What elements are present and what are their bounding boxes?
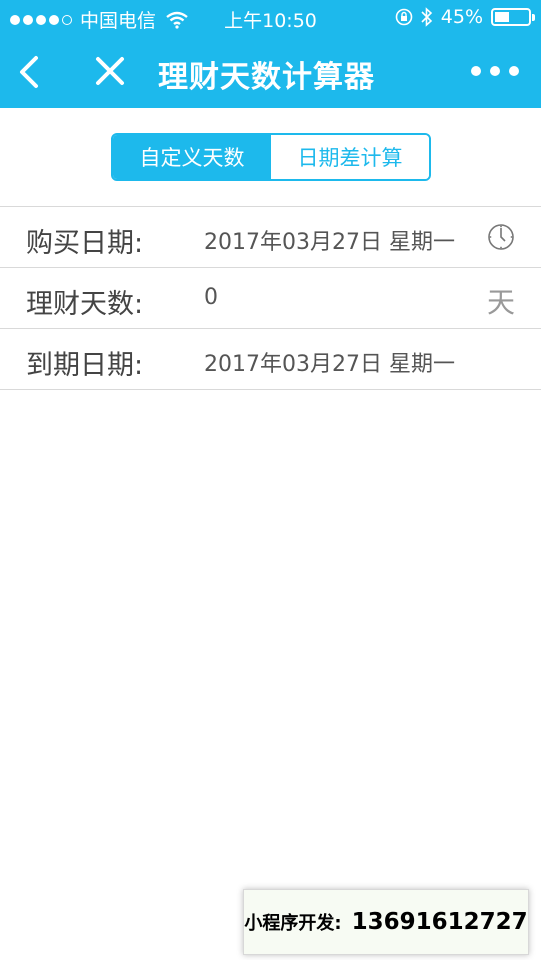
nav-bar: 理财天数计算器 <box>0 36 541 108</box>
bluetooth-icon <box>421 7 432 27</box>
purchase-date-value[interactable]: 2017年03月27日 星期一 <box>204 224 455 256</box>
contact-phone: 13691612727 <box>351 909 528 935</box>
divider <box>0 389 541 390</box>
contact-label: 小程序开发: <box>244 913 342 934</box>
clock-icon[interactable] <box>487 223 515 251</box>
rotation-lock-icon <box>395 8 413 26</box>
chevron-left-icon[interactable] <box>14 52 44 92</box>
days-unit-label: 天 <box>486 286 515 319</box>
status-bar: 中国电信 上午10:50 45% <box>0 0 541 36</box>
page-title: 理财天数计算器 <box>158 60 375 95</box>
maturity-date-row: 到期日期: 2017年03月27日 星期一 <box>0 329 541 389</box>
finance-days-input[interactable]: 0 <box>204 285 218 310</box>
battery-percent: 45% <box>440 6 483 28</box>
tab-custom-days[interactable]: 自定义天数 <box>113 135 271 179</box>
app-header: 中国电信 上午10:50 45% 理财天数计算器 <box>0 0 541 108</box>
purchase-date-row[interactable]: 购买日期: 2017年03月27日 星期一 <box>0 207 541 267</box>
mode-segmented-control: 自定义天数 日期差计算 <box>111 133 431 181</box>
finance-days-row[interactable]: 理财天数: 0 天 <box>0 268 541 328</box>
more-dots-icon[interactable] <box>471 66 519 76</box>
tab-date-difference[interactable]: 日期差计算 <box>271 135 429 179</box>
battery-icon <box>491 8 535 26</box>
maturity-date-value: 2017年03月27日 星期一 <box>204 352 455 377</box>
purchase-date-label: 购买日期: <box>26 228 144 259</box>
finance-days-label: 理财天数: <box>26 289 144 320</box>
close-icon[interactable] <box>94 55 126 87</box>
developer-contact-banner: 小程序开发: 13691612727 <box>243 889 529 955</box>
maturity-date-label: 到期日期: <box>26 350 144 381</box>
